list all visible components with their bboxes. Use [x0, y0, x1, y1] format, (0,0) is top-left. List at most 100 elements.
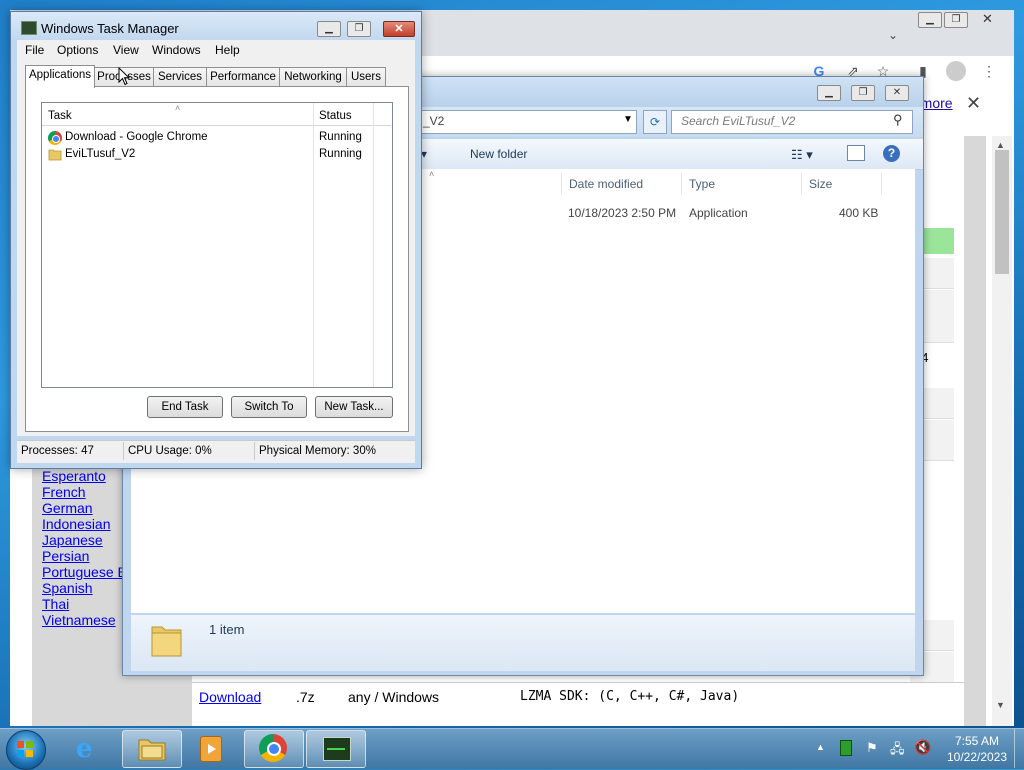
page-scrollbar-thumb[interactable] [995, 150, 1009, 274]
explorer-details-pane [131, 615, 915, 671]
maximize-button[interactable]: ❐ [347, 21, 371, 37]
address-text: _V2 [423, 114, 445, 128]
minimize-button[interactable]: ▁ [317, 21, 341, 37]
tray-app-icon[interactable] [840, 740, 852, 756]
task-name[interactable]: Download - Google Chrome [65, 131, 208, 143]
menu-windows[interactable]: Windows [152, 43, 201, 57]
explorer-minimize-button[interactable]: ▁ [817, 85, 841, 101]
language-link[interactable]: Thai [42, 596, 69, 612]
language-link[interactable]: French [42, 484, 86, 500]
tab-services[interactable]: Services [153, 67, 207, 87]
taskbar-chrome-button[interactable] [244, 730, 304, 768]
action-center-icon[interactable]: ⚑ [866, 740, 878, 756]
media-player-icon [200, 736, 222, 762]
column-header-date[interactable]: Date modified [569, 177, 643, 191]
task-status[interactable]: Running [319, 131, 362, 143]
tab-networking[interactable]: Networking [279, 67, 347, 87]
processes-count: Processes: 47 [21, 445, 94, 457]
column-separator [801, 173, 802, 195]
sort-indicator-icon: ˄ [429, 169, 435, 179]
profile-avatar-icon[interactable] [946, 61, 966, 81]
new-task-button[interactable]: New Task... [315, 396, 393, 418]
file-type-cell[interactable]: Application [689, 206, 748, 220]
item-count: 1 item [209, 622, 245, 637]
taskbar-explorer-button[interactable] [122, 730, 182, 768]
chrome-icon [259, 734, 287, 762]
language-link[interactable]: Japanese [42, 532, 103, 548]
chrome-icon [48, 131, 62, 145]
chrome-maximize-button[interactable]: ❐ [944, 12, 968, 28]
taskbar-task-manager-button[interactable] [306, 730, 366, 768]
new-folder-button[interactable]: New folder [470, 147, 527, 161]
task-name[interactable]: EviLTusuf_V2 [65, 148, 135, 160]
physical-memory: Physical Memory: 30% [259, 445, 376, 457]
column-separator [881, 173, 882, 195]
scroll-down-icon[interactable]: ▼ [996, 700, 1005, 710]
description-cell: LZMA SDK: (C, C++, C#, Java) [520, 689, 740, 704]
status-separator [123, 442, 124, 460]
view-options-icon[interactable]: ☷ ▾ [791, 147, 813, 163]
tab-applications[interactable]: Applications [25, 65, 95, 88]
download-link[interactable]: Download [199, 689, 261, 705]
menu-help[interactable]: Help [215, 43, 240, 57]
language-link[interactable]: Indonesian [42, 516, 111, 532]
tab-performance[interactable]: Performance [206, 67, 280, 87]
network-icon[interactable]: 🖧 [890, 740, 905, 762]
language-link[interactable]: Portuguese B [42, 564, 127, 580]
task-manager-icon [323, 737, 351, 761]
column-separator [561, 173, 562, 195]
platform-cell: any / Windows [348, 689, 440, 705]
file-explorer-icon [138, 739, 166, 761]
close-button[interactable]: ✕ [383, 21, 415, 37]
switch-to-button[interactable]: Switch To [231, 396, 307, 418]
preview-pane-icon[interactable] [847, 145, 865, 161]
task-status[interactable]: Running [319, 148, 362, 160]
language-link[interactable]: Spanish [42, 580, 93, 596]
chrome-tab-search-icon[interactable]: ⌄ [888, 28, 898, 42]
infobar-close-icon[interactable]: ✕ [966, 93, 981, 114]
column-header-status[interactable]: Status [319, 110, 352, 122]
clock-date[interactable]: 10/22/2023 [944, 750, 1010, 764]
taskbar-media-player-button[interactable] [182, 730, 240, 766]
menu-options[interactable]: Options [57, 43, 98, 57]
taskbar-ie-button[interactable]: e [60, 730, 118, 766]
language-link[interactable]: Persian [42, 548, 89, 564]
task-manager-window: Windows Task Manager ▁ ❐ ✕ File Options … [10, 11, 422, 469]
chrome-minimize-button[interactable]: ▁ [918, 12, 942, 28]
search-icon[interactable]: ⚲ [893, 112, 903, 128]
file-ext-cell: .7z [296, 689, 315, 705]
explorer-maximize-button[interactable]: ❐ [851, 85, 875, 101]
folder-icon [48, 149, 62, 161]
column-separator [681, 173, 682, 195]
column-header-size[interactable]: Size [809, 177, 832, 191]
volume-muted-icon[interactable]: 🔇 [914, 739, 931, 756]
language-link[interactable]: Vietnamese [42, 612, 116, 628]
language-link[interactable]: Esperanto [42, 468, 106, 484]
show-desktop-button[interactable] [1014, 729, 1024, 768]
status-separator [254, 442, 255, 460]
column-header-type[interactable]: Type [689, 177, 715, 191]
chrome-close-button[interactable]: ✕ [982, 11, 993, 27]
window-title: Windows Task Manager [41, 21, 179, 36]
column-separator [313, 103, 314, 387]
refresh-icon[interactable]: ⟳ [643, 110, 667, 134]
column-header-task[interactable]: Task [48, 110, 72, 122]
explorer-close-button[interactable]: ✕ [885, 85, 909, 101]
menu-view[interactable]: View [113, 43, 139, 57]
cpu-usage: CPU Usage: 0% [128, 445, 212, 457]
menu-file[interactable]: File [25, 43, 44, 57]
chrome-menu-icon[interactable]: ⋮ [980, 62, 998, 80]
clock-time[interactable]: 7:55 AM [952, 734, 1002, 748]
file-size-cell[interactable]: 400 KB [839, 206, 878, 220]
language-link[interactable]: German [42, 500, 93, 516]
end-task-button[interactable]: End Task [147, 396, 223, 418]
windows-logo-icon [17, 741, 33, 757]
task-manager-app-icon [21, 21, 37, 35]
address-dropdown-icon[interactable]: ▼ [623, 114, 633, 125]
scroll-up-icon[interactable]: ▲ [996, 140, 1005, 150]
task-list[interactable] [41, 102, 393, 388]
show-hidden-icons-icon[interactable]: ▲ [816, 742, 825, 752]
help-icon[interactable]: ? [883, 145, 900, 162]
tab-users[interactable]: Users [346, 67, 386, 87]
file-date-cell[interactable]: 10/18/2023 2:50 PM [568, 206, 676, 220]
